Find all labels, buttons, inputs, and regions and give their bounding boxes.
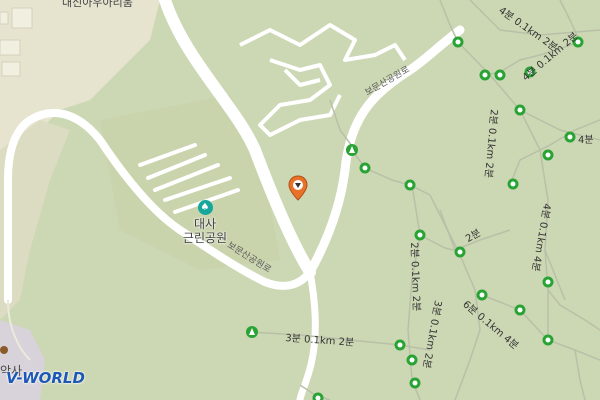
trail-node-icon (414, 229, 426, 241)
park-marker[interactable]: ♠ 대사 근린공원 (170, 200, 240, 245)
trail-node-icon (454, 246, 466, 258)
trail-node-icon (507, 178, 519, 190)
trail-node-icon (359, 162, 371, 174)
trail-node-icon (542, 276, 554, 288)
trail-node-icon (394, 339, 406, 351)
building (0, 11, 9, 25)
trail-label: 2분 0.1km 2분 (408, 242, 422, 312)
trail-node-icon (312, 392, 324, 400)
trail-node-icon (542, 334, 554, 346)
vworld-logo: V-WORLD (6, 369, 85, 387)
trail-node-icon (542, 149, 554, 161)
place-label-apartment: 대신아우아리움 (62, 0, 133, 9)
trail-node-icon (479, 69, 491, 81)
trail-node-icon (494, 69, 506, 81)
trail-node-icon (406, 354, 418, 366)
location-pin-icon[interactable] (288, 175, 308, 205)
trail-node-icon (564, 131, 576, 143)
trail-label: 4분 (578, 135, 594, 146)
poi-icon[interactable] (0, 346, 8, 354)
park-icon: ♠ (197, 200, 213, 215)
trail-node-icon (409, 377, 421, 389)
trail-node-icon (476, 289, 488, 301)
trail-node-icon (514, 304, 526, 316)
trail-node-icon (404, 179, 416, 191)
building (1, 61, 21, 77)
trail-node-icon (452, 36, 464, 48)
trail-node-icon (514, 104, 526, 116)
building (11, 7, 33, 29)
building (0, 39, 21, 56)
